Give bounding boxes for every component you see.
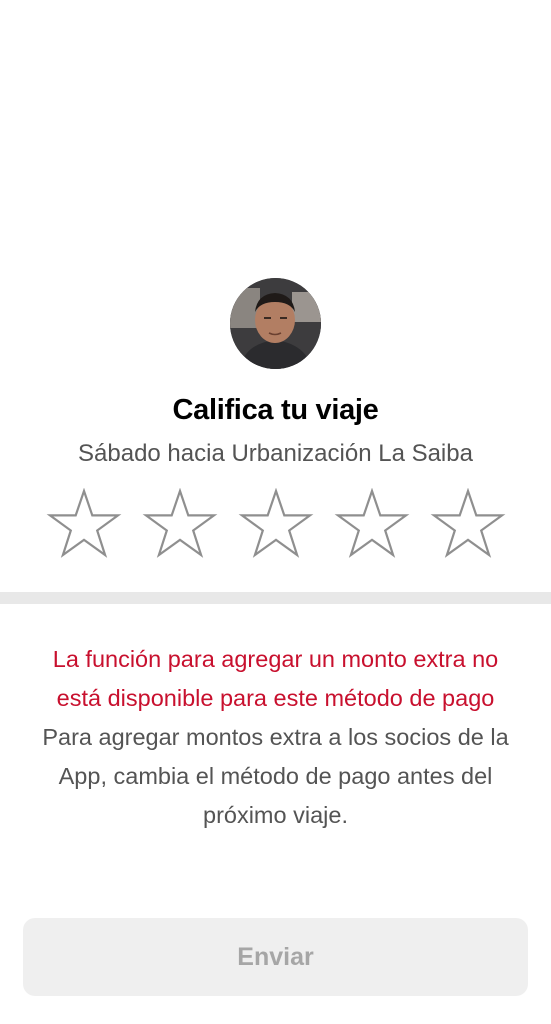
section-divider	[0, 592, 551, 604]
star-rating	[46, 488, 506, 560]
rating-section: Califica tu viaje Sábado hacia Urbanizac…	[0, 0, 551, 592]
rating-title: Califica tu viaje	[172, 394, 379, 426]
tip-unavailable-warning: La función para agregar un monto extra n…	[52, 646, 499, 711]
star-3-icon[interactable]	[238, 488, 314, 560]
star-4-icon[interactable]	[334, 488, 410, 560]
driver-avatar	[230, 278, 321, 369]
driver-photo	[230, 278, 321, 369]
send-button[interactable]: Enviar	[23, 918, 528, 996]
tip-info-text: Para agregar montos extra a los socios d…	[42, 724, 509, 828]
payment-notice: La función para agregar un monto extra n…	[30, 640, 521, 835]
star-2-icon[interactable]	[142, 488, 218, 560]
trip-subtitle: Sábado hacia Urbanización La Saiba	[78, 440, 473, 467]
star-5-icon[interactable]	[430, 488, 506, 560]
star-1-icon[interactable]	[46, 488, 122, 560]
